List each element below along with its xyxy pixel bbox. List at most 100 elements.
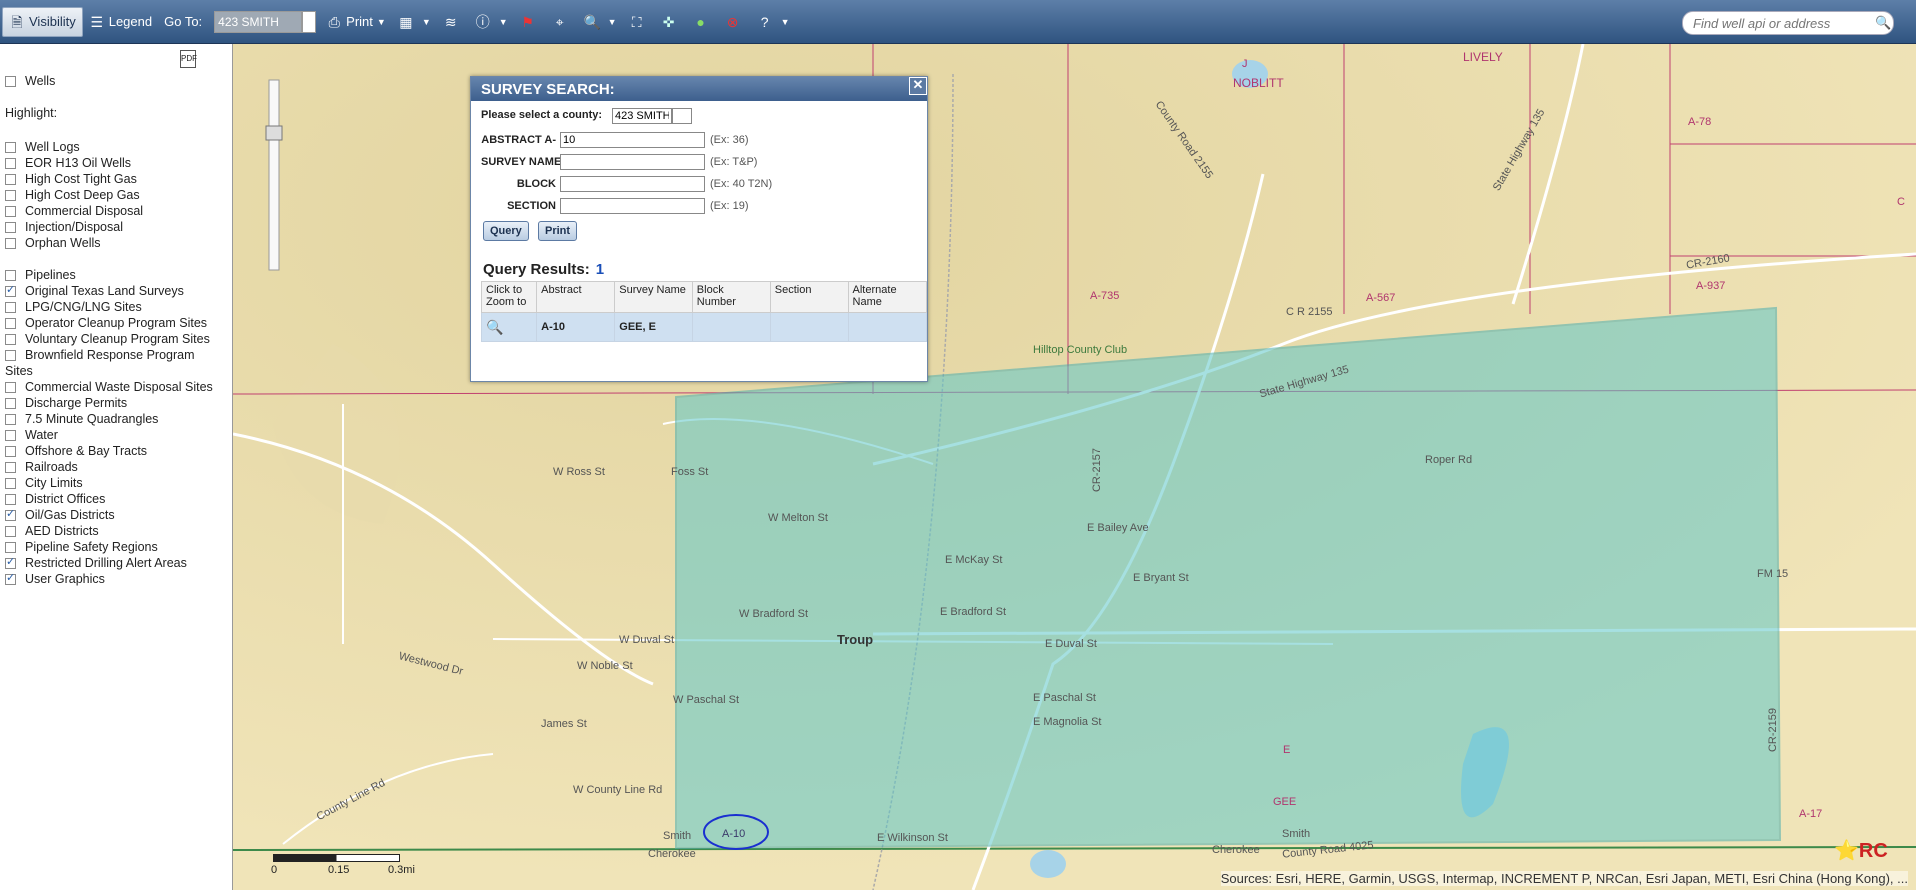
field-input[interactable] — [560, 198, 705, 214]
basemap-button[interactable]: ▦ ▼ — [392, 7, 437, 37]
checkbox[interactable] — [5, 571, 16, 585]
checkbox[interactable] — [5, 413, 16, 425]
layer-item[interactable]: Water — [5, 428, 58, 442]
checkbox[interactable] — [5, 301, 16, 313]
checkbox[interactable] — [5, 333, 16, 345]
zoom-icon[interactable]: 🔍 — [486, 319, 503, 335]
checkbox[interactable] — [5, 221, 16, 233]
layer-item[interactable]: Original Texas Land Surveys — [5, 283, 184, 298]
layer-label: Operator Cleanup Program Sites — [25, 316, 208, 330]
map-label: Cherokee — [1212, 844, 1260, 856]
checkbox[interactable] — [5, 75, 16, 87]
globe-button[interactable]: ● — [687, 7, 719, 37]
layers-tool-button[interactable]: ≋ — [437, 7, 469, 37]
map-label: A-10 — [722, 828, 746, 840]
zoom-to-cell[interactable]: 🔍 — [480, 312, 538, 342]
section-cell — [769, 312, 849, 342]
checkbox[interactable] — [5, 477, 16, 489]
checkbox[interactable] — [5, 157, 16, 169]
layer-item[interactable]: City Limits — [5, 476, 83, 490]
checkbox[interactable] — [5, 381, 16, 393]
print-dialog-button[interactable]: Print — [538, 221, 578, 241]
checkbox[interactable] — [5, 237, 16, 249]
layer-wells[interactable]: Wells — [5, 74, 55, 88]
help-button[interactable]: ? ▼ — [751, 7, 796, 37]
full-extent-button[interactable]: ⛶ — [623, 7, 655, 37]
layer-item[interactable]: Commercial Waste Disposal Sites — [5, 380, 213, 394]
layer-item[interactable]: Railroads — [5, 460, 78, 474]
checkbox[interactable] — [5, 269, 16, 281]
field-label: BLOCK — [516, 178, 556, 190]
checkbox[interactable] — [5, 283, 16, 297]
find-input[interactable] — [1691, 14, 1875, 32]
layer-item[interactable]: User Graphics — [5, 571, 105, 586]
visibility-button[interactable]: 🗎 Visibility — [2, 6, 83, 37]
checkbox[interactable] — [5, 525, 16, 537]
checkbox[interactable] — [5, 445, 16, 457]
query-button[interactable]: Query — [483, 221, 529, 241]
info-button[interactable]: ⓘ ▼ — [469, 7, 514, 37]
highlight-item[interactable]: Injection/Disposal — [5, 220, 123, 234]
pdf-icon[interactable]: PDF — [180, 50, 197, 68]
printer-icon: ⎙ — [328, 13, 340, 30]
layer-item[interactable]: Voluntary Cleanup Program Sites — [5, 332, 210, 346]
chevron-down-icon: ▼ — [607, 16, 617, 27]
layer-item[interactable]: Restricted Drilling Alert Areas — [5, 555, 187, 570]
checkbox[interactable] — [5, 493, 16, 505]
field-input[interactable] — [560, 154, 705, 170]
flag-icon: ⚑ — [521, 13, 534, 30]
column-header: Section — [769, 281, 849, 313]
stack-icon: ≋ — [444, 13, 457, 30]
goto-dropdown[interactable] — [302, 10, 317, 33]
checkbox[interactable] — [5, 189, 16, 201]
checkbox[interactable] — [5, 397, 16, 409]
highlight-item[interactable]: High Cost Deep Gas — [5, 188, 140, 202]
checkbox[interactable] — [5, 205, 16, 217]
checkbox[interactable] — [5, 429, 16, 441]
highlight-item[interactable]: High Cost Tight Gas — [5, 172, 137, 186]
layer-item[interactable]: Offshore & Bay Tracts — [5, 444, 147, 458]
field-input[interactable] — [560, 132, 705, 148]
checkbox[interactable] — [5, 349, 16, 361]
county-select[interactable] — [612, 108, 672, 124]
highlight-item[interactable]: Orphan Wells — [5, 236, 101, 250]
legend-button[interactable]: ☰ Legend — [83, 7, 158, 37]
checkbox[interactable] — [5, 555, 16, 569]
map-label: CR-2157 — [1091, 447, 1104, 493]
map-label: FM 15 — [1757, 568, 1789, 580]
layer-item[interactable]: Oil/Gas Districts — [5, 507, 115, 522]
layer-item[interactable]: Pipelines — [5, 268, 76, 282]
layer-item[interactable]: District Offices — [5, 492, 105, 506]
print-button[interactable]: ⎙ Print ▼ — [320, 7, 392, 37]
highlight-item[interactable]: Well Logs — [5, 140, 80, 154]
flag-button[interactable]: ⚑ — [514, 7, 546, 37]
layer-item[interactable]: AED Districts — [5, 524, 99, 538]
checkbox[interactable] — [5, 317, 16, 329]
search-icon[interactable]: 🔍 — [1875, 15, 1891, 31]
close-icon[interactable]: ✕ — [909, 77, 927, 95]
checkbox[interactable] — [5, 173, 16, 185]
results-count: 1 — [595, 261, 605, 278]
highlight-item[interactable]: EOR H13 Oil Wells — [5, 156, 131, 170]
checkbox[interactable] — [5, 507, 16, 521]
layer-item[interactable]: 7.5 Minute Quadrangles — [5, 412, 158, 426]
table-row[interactable]: 🔍 A-10 GEE, E — [480, 312, 928, 342]
layer-item[interactable]: Discharge Permits — [5, 396, 127, 410]
identify-button[interactable]: ⌖ — [546, 7, 578, 37]
layer-label: Railroads — [25, 460, 78, 474]
layer-item[interactable]: Operator Cleanup Program Sites — [5, 316, 207, 330]
checkbox[interactable] — [5, 461, 16, 473]
locate-button[interactable]: ✜ — [655, 7, 687, 37]
results-label: Query Results: — [483, 261, 590, 278]
layer-item[interactable]: Brownfield Response Program — [5, 348, 195, 362]
county-dropdown[interactable] — [672, 108, 692, 124]
field-input[interactable] — [560, 176, 705, 192]
goto-input[interactable] — [214, 10, 303, 33]
layer-item[interactable]: Pipeline Safety Regions — [5, 540, 158, 554]
clear-button[interactable]: ⊗ — [719, 7, 751, 37]
highlight-item[interactable]: Commercial Disposal — [5, 204, 143, 218]
layer-item[interactable]: LPG/CNG/LNG Sites — [5, 300, 142, 314]
checkbox[interactable] — [5, 141, 16, 153]
checkbox[interactable] — [5, 541, 16, 553]
zoom-button[interactable]: 🔍 ▼ — [578, 7, 623, 37]
